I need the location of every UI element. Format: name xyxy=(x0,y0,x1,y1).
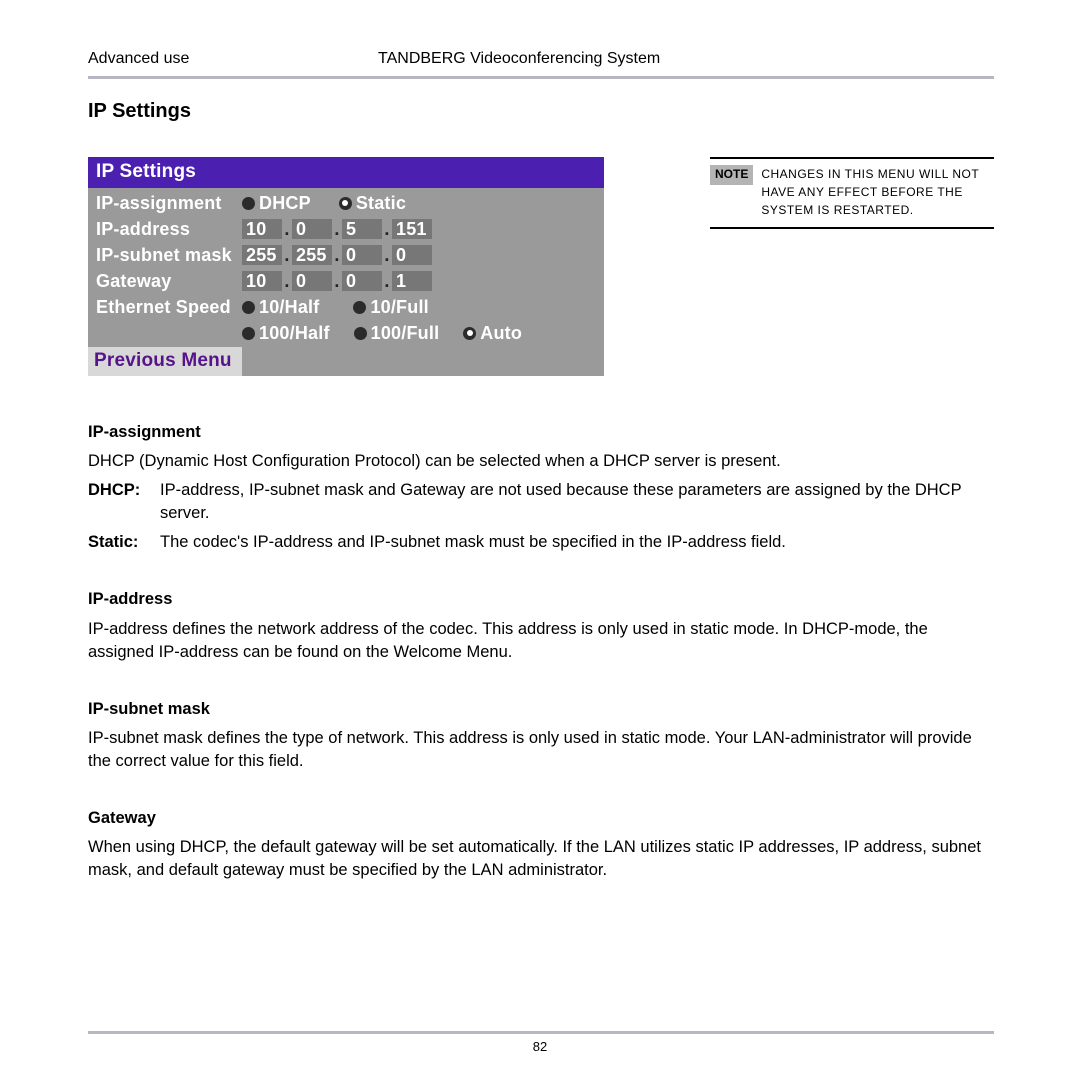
subnet-octet-1[interactable]: 255 xyxy=(242,245,282,265)
radio-dhcp-label: DHCP xyxy=(259,193,311,214)
note-box: NOTE CHANGES IN THIS MENU WILL NOT HAVE … xyxy=(710,157,994,229)
gateway-octet-4[interactable]: 1 xyxy=(392,271,432,291)
radio-dot-icon xyxy=(354,327,367,340)
ip-settings-dialog: IP Settings IP-assignment DHCP Static IP… xyxy=(88,157,604,376)
label-gateway: Gateway xyxy=(88,271,242,292)
radio-dhcp[interactable]: DHCP xyxy=(242,193,311,214)
ip-address-octet-1[interactable]: 10 xyxy=(242,219,282,239)
radio-auto[interactable]: Auto xyxy=(463,323,522,344)
doc-header-center: TANDBERG Videoconferencing System xyxy=(378,50,994,68)
term-static: Static: xyxy=(88,531,146,554)
footer-rule xyxy=(88,1031,994,1034)
radio-static[interactable]: Static xyxy=(339,193,406,214)
note-text: CHANGES IN THIS MENU WILL NOT HAVE ANY E… xyxy=(761,165,994,219)
page-number: 82 xyxy=(0,1039,1080,1054)
label-ethernet-speed: Ethernet Speed xyxy=(88,297,242,318)
radio-10full[interactable]: 10/Full xyxy=(353,297,428,318)
radio-dot-selected-icon xyxy=(339,197,352,210)
subnet-octet-3[interactable]: 0 xyxy=(342,245,382,265)
ip-address-octet-4[interactable]: 151 xyxy=(392,219,432,239)
heading-ip-assignment: IP-assignment xyxy=(88,421,994,444)
radio-dot-icon xyxy=(353,301,366,314)
radio-100full-label: 100/Full xyxy=(371,323,440,344)
section-title: IP Settings xyxy=(88,100,191,123)
radio-auto-label: Auto xyxy=(480,323,522,344)
note-badge: NOTE xyxy=(710,165,753,185)
gateway-octet-1[interactable]: 10 xyxy=(242,271,282,291)
desc-static: The codec's IP-address and IP-subnet mas… xyxy=(160,531,994,554)
previous-menu-button[interactable]: Previous Menu xyxy=(88,347,242,376)
label-ip-address: IP-address xyxy=(88,219,242,240)
radio-static-label: Static xyxy=(356,193,406,214)
gateway-octet-2[interactable]: 0 xyxy=(292,271,332,291)
heading-subnet: IP-subnet mask xyxy=(88,698,994,721)
radio-dot-icon xyxy=(242,197,255,210)
row-ip-assignment: IP-assignment DHCP Static xyxy=(88,190,604,216)
dialog-titlebar: IP Settings xyxy=(88,157,604,188)
radio-100half[interactable]: 100/Half xyxy=(242,323,330,344)
row-gateway: Gateway 10. 0. 0. 1 xyxy=(88,268,604,294)
row-ip-address: IP-address 10. 0. 5. 151 xyxy=(88,216,604,242)
text-gateway: When using DHCP, the default gateway wil… xyxy=(88,836,994,882)
doc-header-left: Advanced use xyxy=(88,50,378,68)
radio-10half-label: 10/Half xyxy=(259,297,319,318)
radio-10full-label: 10/Full xyxy=(370,297,428,318)
radio-100half-label: 100/Half xyxy=(259,323,330,344)
radio-dot-icon xyxy=(242,301,255,314)
subnet-octet-2[interactable]: 255 xyxy=(292,245,332,265)
radio-100full[interactable]: 100/Full xyxy=(354,323,440,344)
ip-address-octet-2[interactable]: 0 xyxy=(292,219,332,239)
text-ip-assignment-intro: DHCP (Dynamic Host Configuration Protoco… xyxy=(88,450,994,473)
heading-gateway: Gateway xyxy=(88,807,994,830)
term-dhcp: DHCP: xyxy=(88,479,146,525)
doc-header: Advanced use TANDBERG Videoconferencing … xyxy=(88,50,994,79)
radio-dot-icon xyxy=(242,327,255,340)
radio-dot-selected-icon xyxy=(463,327,476,340)
text-subnet: IP-subnet mask defines the type of netwo… xyxy=(88,727,994,773)
row-subnet: IP-subnet mask 255. 255. 0. 0 xyxy=(88,242,604,268)
radio-10half[interactable]: 10/Half xyxy=(242,297,319,318)
ip-address-octet-3[interactable]: 5 xyxy=(342,219,382,239)
heading-ip-address: IP-address xyxy=(88,588,994,611)
label-ip-assignment: IP-assignment xyxy=(88,193,242,214)
subnet-octet-4[interactable]: 0 xyxy=(392,245,432,265)
desc-dhcp: IP-address, IP-subnet mask and Gateway a… xyxy=(160,479,994,525)
gateway-octet-3[interactable]: 0 xyxy=(342,271,382,291)
row-ethernet-speed-2: 100/Half 100/Full Auto xyxy=(88,320,604,346)
row-ethernet-speed-1: Ethernet Speed 10/Half 10/Full xyxy=(88,294,604,320)
label-subnet: IP-subnet mask xyxy=(88,245,242,266)
text-ip-address: IP-address defines the network address o… xyxy=(88,618,994,664)
